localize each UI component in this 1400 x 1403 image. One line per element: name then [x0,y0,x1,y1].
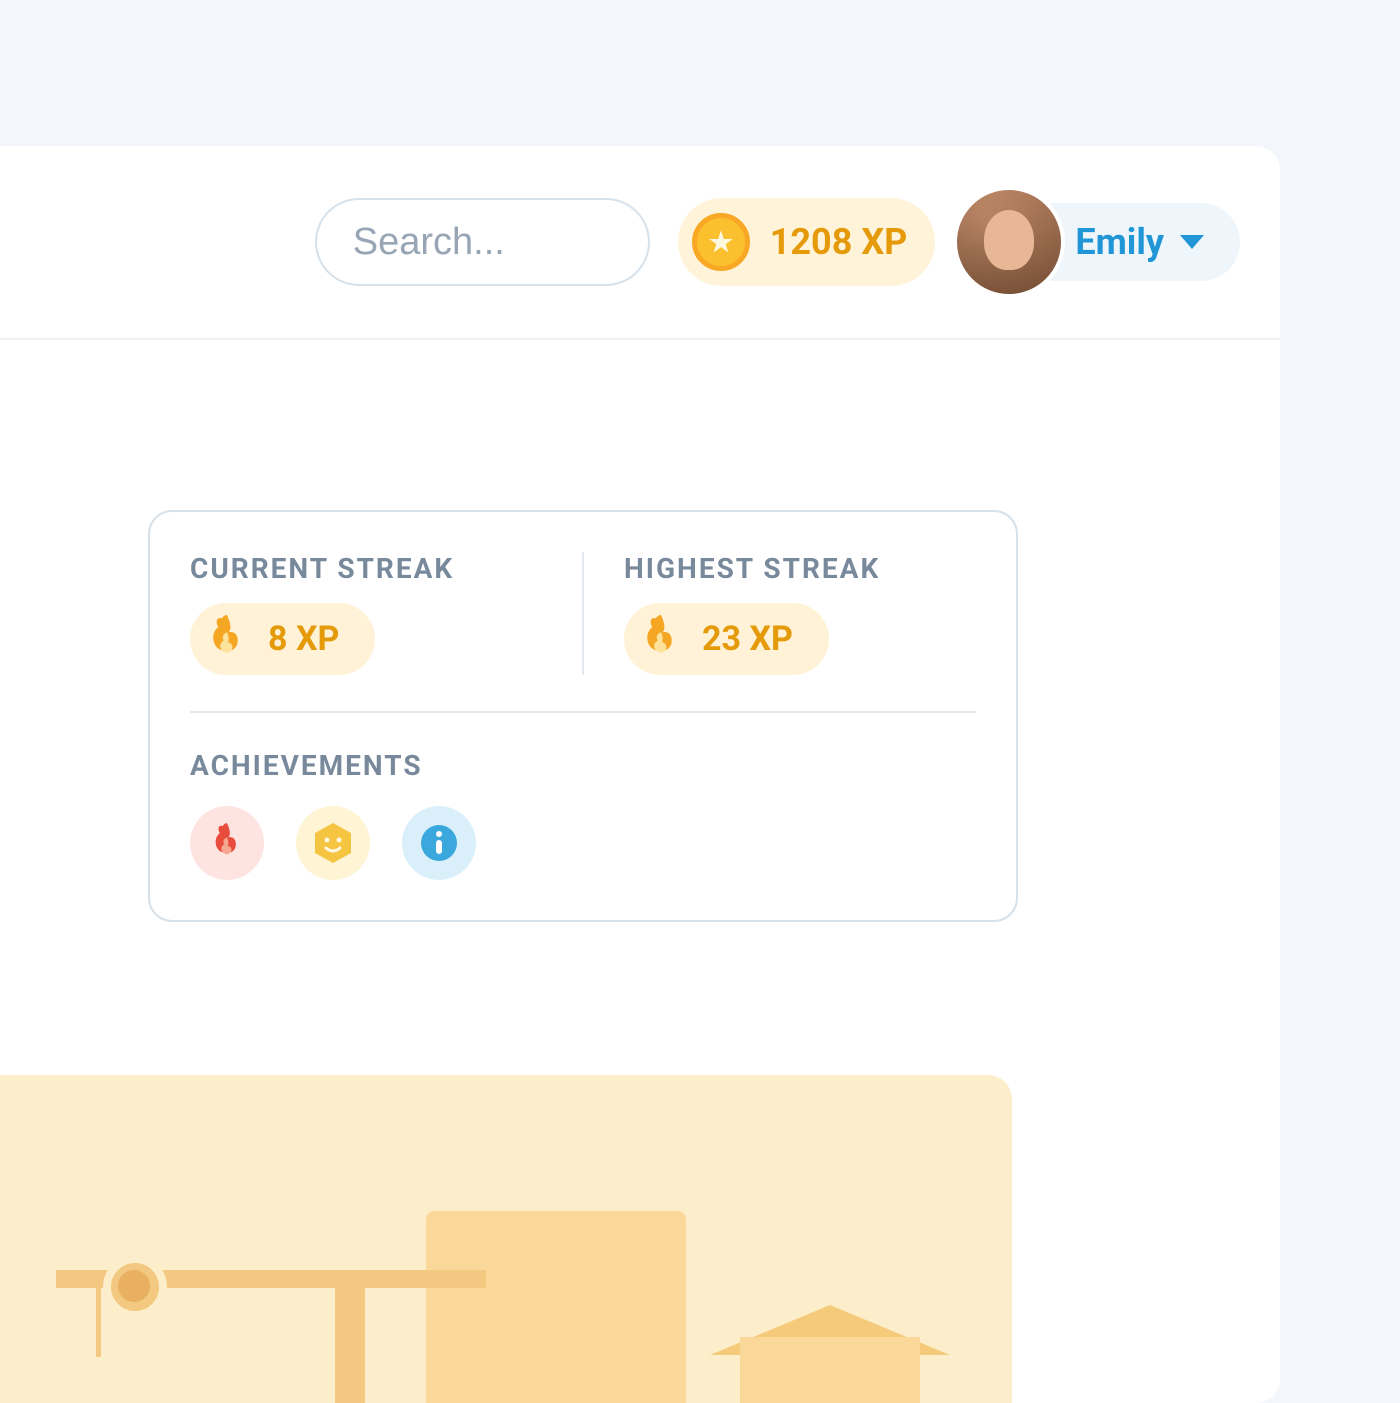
achievements-row [190,806,976,880]
achievement-badge-fire[interactable] [190,806,264,880]
smile-hexagon-icon [311,821,355,865]
xp-value: 1208 XP [770,221,908,263]
avatar [953,186,1065,298]
search-input[interactable] [315,198,650,286]
achievements-label: ACHIEVEMENTS [190,749,976,782]
info-icon [419,823,459,863]
main-panel: 1208 XP Emily CURRENT STREAK 8 XP [0,146,1280,1403]
flame-icon [210,823,244,863]
flame-icon [640,615,682,663]
current-streak-value: 8 XP [268,619,339,659]
highest-streak-pill: 23 XP [624,603,829,675]
header: 1208 XP Emily [0,146,1280,340]
coin-icon [692,213,750,271]
highest-streak-block: HIGHEST STREAK 23 XP [584,552,976,675]
highest-streak-label: HIGHEST STREAK [624,552,976,585]
stats-card: CURRENT STREAK 8 XP HIGHEST STREAK [148,510,1018,922]
star-icon [707,228,735,256]
user-menu[interactable]: Emily [953,186,1240,298]
illustration-banner [0,1075,1012,1403]
achievement-badge-smile[interactable] [296,806,370,880]
user-name-label: Emily [1075,221,1164,263]
current-streak-pill: 8 XP [190,603,375,675]
stats-row: CURRENT STREAK 8 XP HIGHEST STREAK [190,552,976,675]
current-streak-label: CURRENT STREAK [190,552,542,585]
current-streak-block: CURRENT STREAK 8 XP [190,552,582,675]
highest-streak-value: 23 XP [702,619,793,659]
achievement-badge-info[interactable] [402,806,476,880]
chevron-down-icon [1180,235,1204,249]
xp-pill[interactable]: 1208 XP [678,198,936,286]
flame-icon [206,615,248,663]
divider [190,711,976,713]
